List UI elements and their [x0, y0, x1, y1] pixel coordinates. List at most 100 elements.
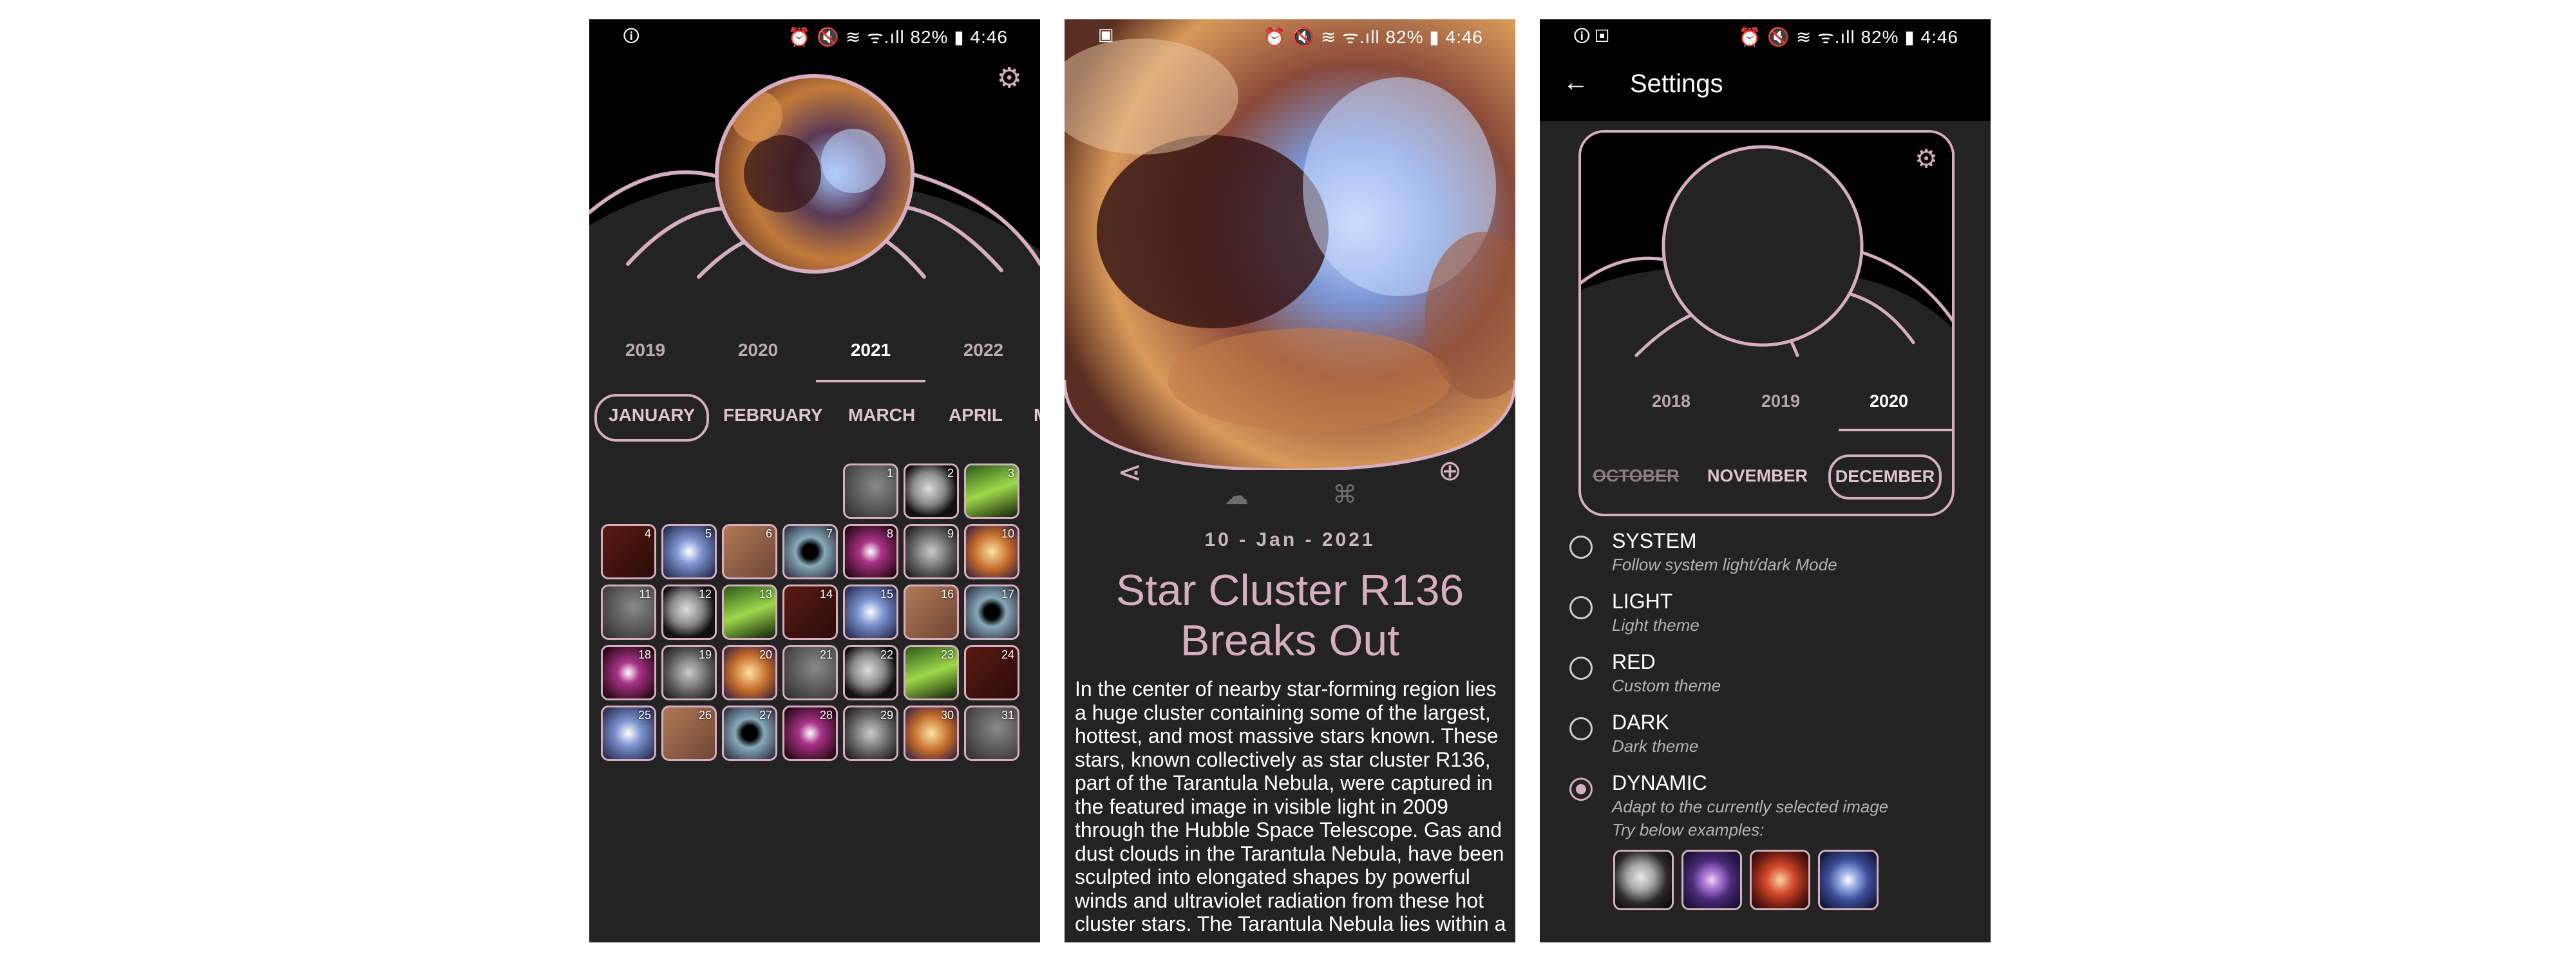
- radio-dark[interactable]: [1569, 717, 1593, 740]
- radio-red[interactable]: [1569, 657, 1593, 680]
- examples-label: Try below examples:: [1612, 820, 1765, 839]
- day-number: 9: [947, 527, 954, 540]
- status-icons: ⏰ 🔇 ≋ ᯤ.ıll: [1738, 27, 1855, 47]
- radio-dynamic[interactable]: [1569, 778, 1593, 801]
- apod-title: Star Cluster R136 Breaks Out: [1115, 566, 1464, 665]
- day-number: 27: [759, 709, 772, 722]
- day-tile[interactable]: 24: [964, 645, 1019, 700]
- tab-month-january[interactable]: JANUARY: [594, 394, 710, 442]
- day-tile[interactable]: 2: [904, 463, 959, 519]
- day-tile[interactable]: 4: [601, 524, 656, 579]
- day-tile[interactable]: 28: [782, 706, 838, 761]
- apod-date: 10 - Jan - 2021: [1204, 529, 1376, 550]
- battery-percent: 82%: [1861, 27, 1899, 47]
- tab-year-2019[interactable]: 2019: [591, 327, 700, 379]
- app-bar: ← Settings: [1540, 51, 1991, 121]
- tab-month-may[interactable]: M: [1034, 394, 1040, 436]
- battery-percent: 82%: [1385, 27, 1424, 47]
- year-tabs: 2019 2020 2021 2022: [589, 327, 1040, 391]
- theme-preview: ⚙ 2018 2019 2020 OCTOBER NOVEMBER DECEMB…: [1578, 130, 1955, 516]
- page-title: Settings: [1630, 70, 1723, 98]
- share-icon[interactable]: ⋖: [1117, 454, 1142, 489]
- day-tile[interactable]: 10: [964, 524, 1019, 579]
- tab-month-march[interactable]: MARCH: [848, 394, 915, 436]
- day-tile[interactable]: 23: [904, 645, 959, 700]
- day-tile[interactable]: 7: [782, 524, 838, 579]
- preview-month-october: OCTOBER: [1593, 466, 1680, 485]
- clock: 4:46: [1445, 27, 1483, 47]
- day-tile[interactable]: 20: [722, 645, 777, 700]
- preview-month-november: NOVEMBER: [1707, 466, 1808, 485]
- battery-icon: ▮: [1429, 27, 1440, 47]
- day-tile[interactable]: 13: [722, 585, 777, 640]
- day-tile[interactable]: 12: [661, 585, 717, 640]
- day-number: 29: [880, 709, 893, 722]
- radio-light[interactable]: [1569, 596, 1593, 619]
- day-tile[interactable]: 16: [904, 585, 959, 640]
- day-tile[interactable]: 8: [843, 524, 898, 579]
- nebula-circle-art: [589, 19, 1040, 303]
- preview-tab-2018: 2018: [1651, 391, 1691, 411]
- example-image-moon[interactable]: [1613, 850, 1674, 910]
- day-tile[interactable]: 5: [661, 524, 717, 579]
- day-tile[interactable]: 22: [843, 645, 898, 700]
- day-tile[interactable]: 3: [964, 463, 1019, 519]
- example-image-galaxy-purple[interactable]: [1681, 850, 1742, 910]
- day-tile[interactable]: 1: [843, 463, 898, 519]
- day-number: 22: [880, 648, 893, 661]
- day-tile[interactable]: 14: [782, 585, 838, 640]
- day-number: 23: [940, 648, 954, 661]
- day-tile[interactable]: 11: [601, 585, 656, 640]
- tab-year-2021[interactable]: 2021: [816, 327, 925, 382]
- day-tile[interactable]: 30: [904, 706, 959, 761]
- day-number: 16: [940, 588, 954, 601]
- download-cloud-icon[interactable]: ☁: [1224, 482, 1249, 510]
- day-number: 31: [1001, 709, 1014, 722]
- day-tile[interactable]: 21: [782, 645, 838, 700]
- zoom-image-icon[interactable]: ⊕: [1438, 454, 1462, 487]
- example-image-galaxy-blue[interactable]: [1818, 850, 1879, 910]
- day-tile[interactable]: 18: [601, 645, 656, 700]
- translate-icon[interactable]: ⌘: [1332, 480, 1357, 509]
- day-tile[interactable]: 29: [843, 706, 898, 761]
- day-tile[interactable]: 26: [661, 706, 717, 761]
- day-number: 4: [644, 527, 651, 540]
- image-notification-icon: ▣: [1098, 24, 1114, 44]
- preview-tab-2020: 2020: [1869, 391, 1909, 411]
- preview-tab-indicator: [1839, 429, 1952, 431]
- settings-screen: 🛈 ▣ ⏰ 🔇 ≋ ᯤ.ıll 82% ▮ 4:46 ← Settings ⚙ …: [1540, 19, 1991, 942]
- day-tile[interactable]: 19: [661, 645, 717, 700]
- day-number: 3: [1007, 467, 1014, 480]
- day-number: 24: [1001, 648, 1014, 661]
- day-number: 12: [698, 588, 712, 601]
- day-tile[interactable]: 31: [964, 706, 1019, 761]
- tab-year-2020[interactable]: 2020: [703, 327, 813, 379]
- day-number: 15: [880, 588, 893, 601]
- settings-gear-icon[interactable]: ⚙: [997, 62, 1022, 95]
- notification-icon: 🛈: [623, 26, 640, 46]
- day-tile[interactable]: 15: [843, 585, 898, 640]
- day-tile[interactable]: 27: [722, 706, 777, 761]
- day-number: 2: [947, 467, 954, 480]
- day-number: 18: [638, 648, 651, 661]
- day-number: 1: [886, 467, 893, 480]
- day-tile[interactable]: 6: [722, 524, 777, 579]
- back-arrow-icon[interactable]: ←: [1563, 68, 1589, 97]
- battery-icon: ▮: [954, 27, 965, 47]
- tab-year-2022[interactable]: 2022: [929, 327, 1038, 379]
- day-number: 8: [886, 527, 893, 540]
- featured-image[interactable]: [1065, 19, 1515, 470]
- calendar-screen: 🛈 ⏰ 🔇 ≋ ᯤ.ıll 82% ▮ 4:46 ⚙ 2019 2020 202…: [589, 19, 1040, 942]
- day-number: 11: [639, 588, 651, 601]
- day-tile[interactable]: 9: [904, 524, 959, 579]
- example-image-nebula-red[interactable]: [1750, 850, 1810, 910]
- day-tile[interactable]: 25: [601, 706, 656, 761]
- day-number: 26: [698, 709, 712, 722]
- day-number: 20: [759, 648, 772, 661]
- radio-system[interactable]: [1569, 536, 1593, 559]
- tab-month-april[interactable]: APRIL: [949, 394, 1003, 436]
- day-number: 5: [705, 527, 712, 540]
- day-tile[interactable]: 17: [964, 585, 1019, 640]
- clock: 4:46: [970, 27, 1008, 47]
- tab-month-february[interactable]: FEBRUARY: [723, 394, 823, 436]
